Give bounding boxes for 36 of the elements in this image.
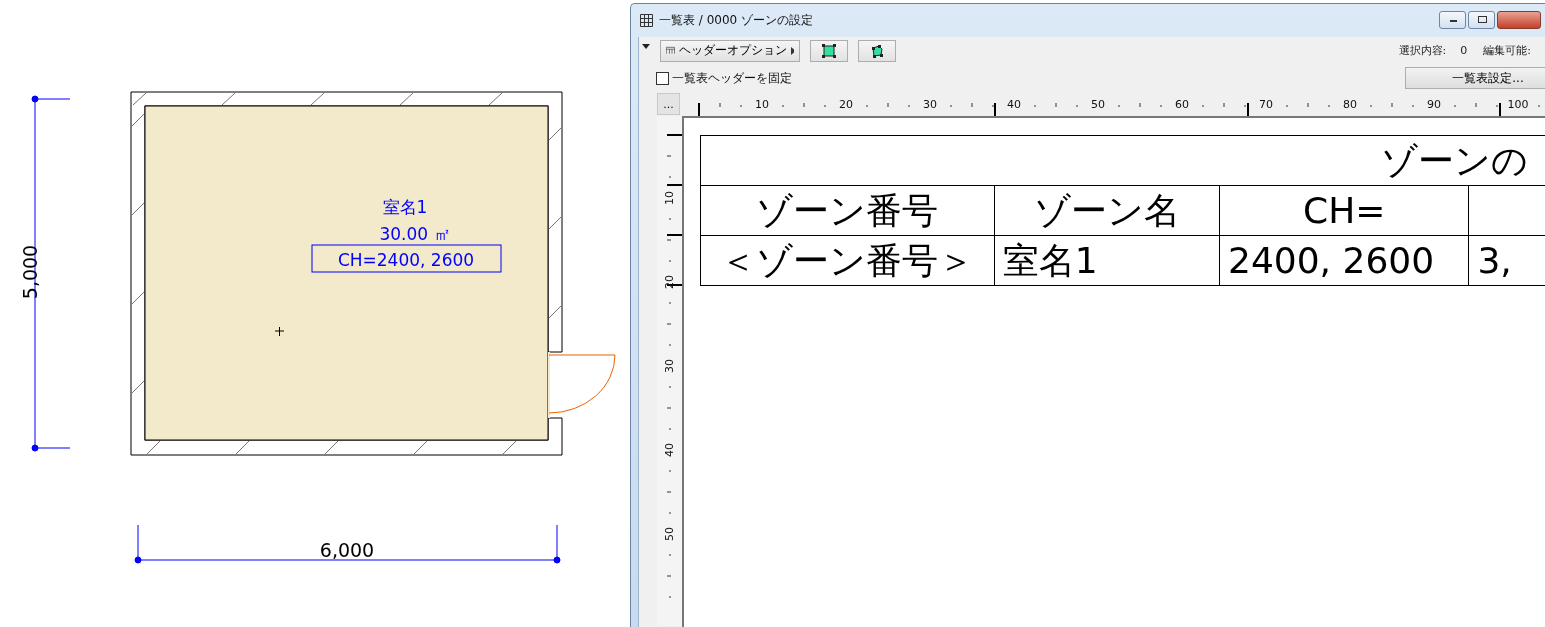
window-title: 一覧表 / 0000 ゾーンの設定 [659, 12, 814, 29]
close-button[interactable] [1497, 11, 1541, 29]
select-cube-button[interactable] [858, 39, 896, 62]
dimension-label: 5,000 [19, 244, 41, 300]
room-name: 室名1 [382, 197, 428, 217]
square-handles-icon [822, 43, 836, 58]
collapse-caret-icon[interactable] [642, 44, 650, 49]
maximize-icon [1476, 16, 1487, 24]
freeze-header-checkbox[interactable]: 一覧表ヘッダーを固定 [656, 69, 792, 87]
column-header: CH= [1219, 185, 1469, 236]
column-header: ゾーン名 [994, 185, 1220, 236]
table-cell: 2400, 2600 [1219, 235, 1469, 286]
center-cross-icon [274, 326, 285, 337]
ruler-corner-button[interactable]: ... [657, 93, 680, 115]
maximize-button[interactable] [1468, 11, 1495, 29]
submenu-arrow-icon [790, 46, 794, 55]
schedule-settings-button[interactable]: 一覧表設定... [1405, 67, 1545, 89]
room-area: 30.00 ㎡ [379, 224, 451, 244]
horizontal-ruler: 10 20 30 40 50 60 70 80 90 100 [680, 94, 1545, 116]
selection-count: 0 [1460, 44, 1468, 57]
dimension-label: 6,000 [319, 539, 375, 561]
table-cell: 室名1 [994, 235, 1220, 286]
door-swing-drawing [548, 354, 616, 414]
column-header: ゾーン番号 [700, 185, 995, 236]
table-header-icon [666, 45, 675, 56]
vertical-ruler: 10 20 30 40 50 [657, 116, 682, 626]
header-options-button[interactable]: ヘッダーオプション [660, 39, 800, 62]
table-icon [640, 14, 653, 27]
editable-label: 編集可能: [1483, 43, 1531, 58]
selection-label: 選択内容: [1398, 43, 1447, 58]
minimize-button[interactable] [1439, 11, 1466, 29]
table-title: ゾーンの [700, 135, 1545, 186]
shape-handles-icon [870, 43, 884, 58]
table-cell: ＜ゾーン番号＞ [700, 235, 995, 286]
ceiling-height-label: CH=2400, 2600 [311, 244, 502, 273]
select-frame-button[interactable] [810, 39, 848, 62]
